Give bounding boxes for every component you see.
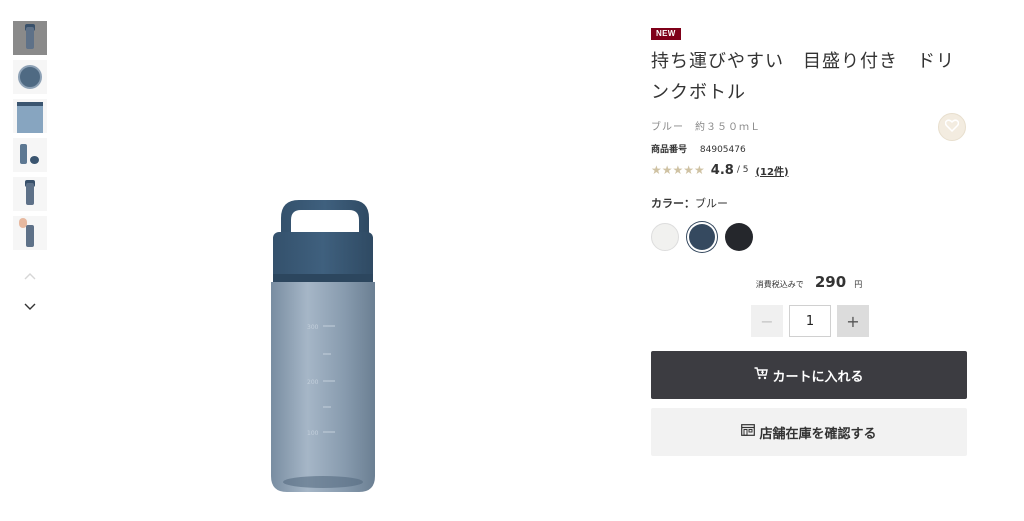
thumb-bottle-closeup <box>17 102 43 133</box>
quantity-input[interactable]: 1 <box>789 305 831 337</box>
product-code-row: 商品番号 84905476 <box>651 142 967 155</box>
add-to-cart-button[interactable]: カートに入れる <box>651 351 967 399</box>
add-to-cart-label: カートに入れる <box>772 369 864 385</box>
scale-mark-300: 300 <box>307 324 319 331</box>
thumbnail-6[interactable] <box>13 216 47 250</box>
price-value: 290 <box>814 273 847 291</box>
thumbnail-list <box>13 21 47 255</box>
color-label: カラー： <box>651 197 695 210</box>
color-swatch-blue[interactable] <box>689 224 715 250</box>
price-row: 消費税込みで 290 円 <box>651 272 967 291</box>
color-label-row: カラー：ブルー <box>651 195 967 211</box>
thumbnail-4[interactable] <box>13 138 47 172</box>
thumbnail-3[interactable] <box>13 99 47 133</box>
review-count-link[interactable]: (12件) <box>755 163 788 178</box>
rating-row: ★★★★★ 4.8 / 5 (12件) <box>651 162 967 178</box>
thumb-bottle <box>26 225 34 247</box>
rating-value: 4.8 <box>710 162 734 178</box>
thumb-bottle <box>26 27 34 49</box>
rating-stars: ★★★★★ <box>651 163 705 177</box>
product-main-image: 300 200 100 <box>265 196 385 496</box>
chevron-up-icon[interactable] <box>23 270 37 284</box>
chevron-down-icon[interactable] <box>23 299 37 313</box>
color-swatch-white[interactable] <box>651 223 679 251</box>
product-code-label: 商品番号 <box>651 145 688 155</box>
store-icon <box>741 424 759 440</box>
color-swatches <box>651 223 967 251</box>
product-info-panel: NEW 持ち運びやすい 目盛り付き ドリンクボトル ブルー 約３５０ｍＬ 商品番… <box>651 21 967 456</box>
quantity-increase-button[interactable]: + <box>837 305 869 337</box>
thumbnail-5[interactable] <box>13 177 47 211</box>
check-store-stock-label: 店舗在庫を確認する <box>759 426 877 442</box>
product-code: 84905476 <box>699 145 746 155</box>
thumb-bottle <box>26 183 34 205</box>
product-title: 持ち運びやすい 目盛り付き ドリンクボトル <box>651 51 955 103</box>
quantity-decrease-button[interactable]: − <box>751 305 783 337</box>
product-variant: ブルー 約３５０ｍＬ <box>651 122 761 133</box>
scale-mark-100: 100 <box>307 430 319 437</box>
cart-icon <box>754 366 772 384</box>
quantity-stepper: − 1 + <box>751 305 869 337</box>
favorite-button[interactable] <box>938 113 966 141</box>
thumbnail-1[interactable] <box>13 21 47 55</box>
scale-mark-200: 200 <box>307 379 319 386</box>
price-unit: 円 <box>854 280 863 289</box>
check-store-stock-button[interactable]: 店舗在庫を確認する <box>651 408 967 456</box>
rating-max: / 5 <box>736 165 749 175</box>
color-value: ブルー <box>695 197 728 210</box>
thumb-bottle-part <box>20 144 27 164</box>
price-prefix: 消費税込みで <box>755 280 804 289</box>
thumb-cap-part <box>30 156 39 164</box>
thumbnail-2[interactable] <box>13 60 47 94</box>
new-badge: NEW <box>651 28 681 40</box>
color-swatch-black[interactable] <box>725 223 753 251</box>
thumb-cap-top <box>18 65 42 89</box>
heart-icon <box>944 118 960 136</box>
